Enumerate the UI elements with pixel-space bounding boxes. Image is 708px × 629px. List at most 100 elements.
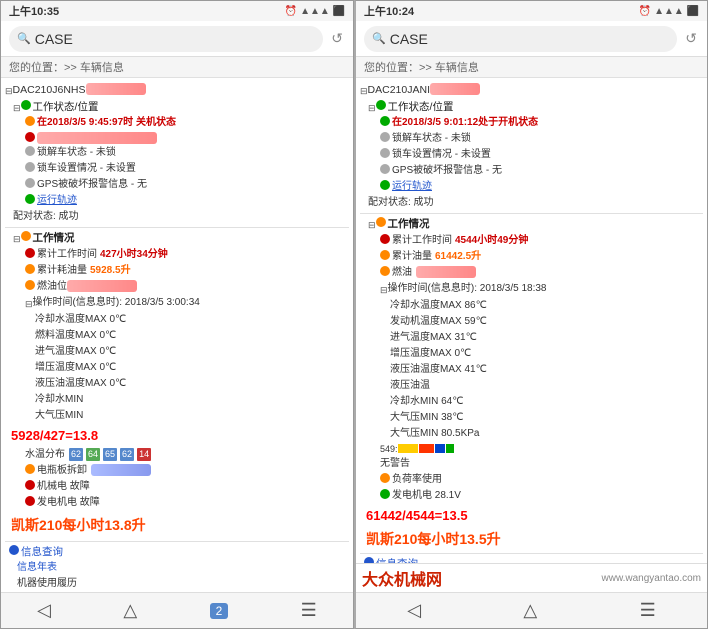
- left-atm-row: 大气压MIN: [5, 408, 349, 424]
- left-machine-history[interactable]: 机器使用履历: [17, 577, 77, 591]
- left-num-1: 64: [86, 448, 100, 461]
- left-content-area[interactable]: ⊟ DAC210J6NHS ⊟ 工作状态/位置 在2018/3/5 9:45:9…: [1, 78, 353, 592]
- right-nav-menu[interactable]: ☰: [640, 600, 656, 621]
- left-ws-expand: ⊟: [13, 102, 21, 115]
- left-info-icon: [9, 545, 19, 555]
- left-oil-label: 燃油位: [37, 280, 67, 294]
- right-coolant-min-row: 冷却水MIN 64℃: [360, 394, 703, 410]
- right-hyd-oil-level: 液压油温: [390, 379, 430, 393]
- left-oil-level-row: 燃油位: [5, 279, 349, 295]
- left-lock-icon: [25, 146, 35, 156]
- right-work-icon: [376, 217, 386, 227]
- left-color-bar-row: 水温分布 62 64 65 62 14: [5, 447, 349, 463]
- left-fuel-label: 累计耗油量: [37, 264, 87, 278]
- right-oil-level-row: 燃油: [360, 265, 703, 281]
- left-info-query[interactable]: 信息查询: [21, 545, 63, 560]
- left-work-hours-value: 427小时34分钟: [100, 248, 168, 262]
- right-fuel-label: 累计油量: [392, 250, 432, 264]
- right-engine-max: 发动机温度MAX 59℃: [390, 315, 487, 329]
- left-info-table-row[interactable]: 信息年表: [5, 560, 349, 576]
- left-operation-row: ⊟ 操作时间(信息息时): 2018/3/5 3:00:34: [5, 295, 349, 312]
- right-coolant-max: 冷却水温度MAX 86℃: [390, 299, 487, 313]
- right-ws-label: 工作状态/位置: [388, 100, 454, 115]
- left-num-4: 14: [137, 448, 151, 461]
- left-search-bar[interactable]: 🔍 CASE ↺: [1, 21, 353, 57]
- left-lock-status: 锁解车状态 - 未锁: [37, 146, 116, 160]
- right-color-bar-row: 549:: [360, 442, 703, 457]
- left-oil-icon: [25, 280, 35, 290]
- left-work-status-row: ⊟ 工作状态/位置: [5, 99, 349, 116]
- right-operation-row: ⊟ 操作时间(信息息时): 2018/3/5 18:38: [360, 281, 703, 298]
- left-gen-icon: [25, 496, 35, 506]
- right-search-text: CASE: [390, 31, 670, 47]
- right-gps-info: GPS被破坏报警信息 - 无: [392, 164, 502, 178]
- left-nav-home[interactable]: △: [123, 600, 137, 621]
- right-divider-2: [360, 553, 703, 554]
- right-content-area[interactable]: ⊟ DAC210JANI ⊟ 工作状态/位置 在2018/3/5 9:01:12…: [356, 78, 707, 563]
- left-nav-back[interactable]: ◁: [37, 600, 51, 621]
- right-search-input-wrap[interactable]: 🔍 CASE: [364, 26, 677, 52]
- left-fault-blur: [91, 464, 151, 476]
- left-nav-page[interactable]: 2: [210, 603, 229, 619]
- right-oil-label: 燃油: [392, 266, 412, 280]
- right-nav-home[interactable]: △: [523, 600, 537, 621]
- left-sl1-icon: [25, 116, 35, 126]
- right-divider-1: [360, 213, 703, 214]
- right-lock-status: 锁解车状态 - 未锁: [392, 132, 471, 146]
- left-config-row: 配对状态: 成功: [5, 209, 349, 225]
- right-bottom-nav[interactable]: ◁ △ ☰: [356, 592, 707, 628]
- right-oil-bar: [416, 266, 476, 278]
- right-info-query[interactable]: 信息查询: [376, 557, 418, 563]
- right-work-status-row: ⊟ 工作状态/位置: [360, 99, 703, 116]
- left-machine-hist-row[interactable]: 机器使用履历: [5, 576, 349, 592]
- left-info-row[interactable]: 信息查询: [5, 544, 349, 561]
- right-track-row[interactable]: 运行轨迹: [360, 179, 703, 195]
- right-status-bar: 上午10:24 ⏰ ▲▲▲ ⬛: [356, 1, 707, 21]
- left-fuel-temp-max: 燃料温度MAX 0℃: [35, 329, 116, 343]
- left-work-section-row: ⊟ 工作情况: [5, 230, 349, 247]
- right-coolant-min: 冷却水MIN 64℃: [390, 395, 463, 409]
- right-intake-max: 进气温度MAX 31℃: [390, 331, 477, 345]
- left-status-bar: 上午10:35 ⏰ ▲▲▲ ⬛: [1, 1, 353, 21]
- right-intake-row: 进气温度MAX 31℃: [360, 330, 703, 346]
- right-coolant-row: 冷却水温度MAX 86℃: [360, 298, 703, 314]
- left-search-input-wrap[interactable]: 🔍 CASE: [9, 26, 323, 52]
- left-atm-pressure: 大气压MIN: [35, 409, 83, 423]
- right-watermark-bar: 大众机械网 www.wangyantao.com: [356, 563, 707, 592]
- right-fuel-icon: [380, 250, 390, 260]
- left-track-row[interactable]: 运行轨迹: [5, 193, 349, 209]
- right-fuel-value: 61442.5升: [435, 250, 481, 264]
- left-track-btn[interactable]: 运行轨迹: [37, 194, 77, 208]
- left-ws-label: 工作状态/位置: [33, 100, 99, 115]
- right-generator-label: 发电机电 28.1V: [392, 489, 461, 503]
- left-device-id: DAC210J6NHS: [13, 83, 86, 98]
- right-bar-b: [435, 444, 445, 453]
- right-track-btn[interactable]: 运行轨迹: [392, 180, 432, 194]
- right-bar-group: [398, 444, 454, 453]
- left-breadcrumb: 您的位置：>> 车辆信息: [1, 57, 353, 78]
- right-refresh-button[interactable]: ↺: [683, 30, 699, 47]
- left-oil-bar: [67, 280, 137, 292]
- right-nav-back[interactable]: ◁: [407, 600, 421, 621]
- right-oil-icon: [380, 266, 390, 276]
- left-time: 上午10:35: [9, 3, 59, 19]
- left-coolant-row: 冷却水温度MAX 0℃: [5, 312, 349, 328]
- left-work-section-label: 工作情况: [33, 231, 75, 246]
- left-bottom-nav[interactable]: ◁ △ 2 ☰: [1, 592, 353, 628]
- left-machine-icon: [25, 480, 35, 490]
- left-coolant-min: 冷却水MIN: [35, 393, 83, 407]
- left-expand-icon: ⊟: [5, 85, 13, 98]
- left-nav-menu[interactable]: ☰: [301, 600, 317, 621]
- right-breadcrumb: 您的位置：>> 车辆信息: [356, 57, 707, 78]
- left-fuel-temp-row: 燃料温度MAX 0℃: [5, 328, 349, 344]
- left-num-row: 62 64 65 62 14: [69, 448, 151, 461]
- left-fuel-row: 累计耗油量 5928.5升: [5, 263, 349, 279]
- left-hyd-max: 液压油温度MAX 0℃: [35, 377, 126, 391]
- left-refresh-button[interactable]: ↺: [329, 30, 345, 47]
- right-info-row[interactable]: 信息查询: [360, 556, 703, 563]
- right-load-rate-row: 负荷率使用: [360, 472, 703, 488]
- right-lock-settings-row: 锁车设置情况 - 未设置: [360, 147, 703, 163]
- left-info-table[interactable]: 信息年表: [17, 561, 57, 575]
- right-op-expand: ⊟: [380, 284, 388, 297]
- right-search-bar[interactable]: 🔍 CASE ↺: [356, 21, 707, 57]
